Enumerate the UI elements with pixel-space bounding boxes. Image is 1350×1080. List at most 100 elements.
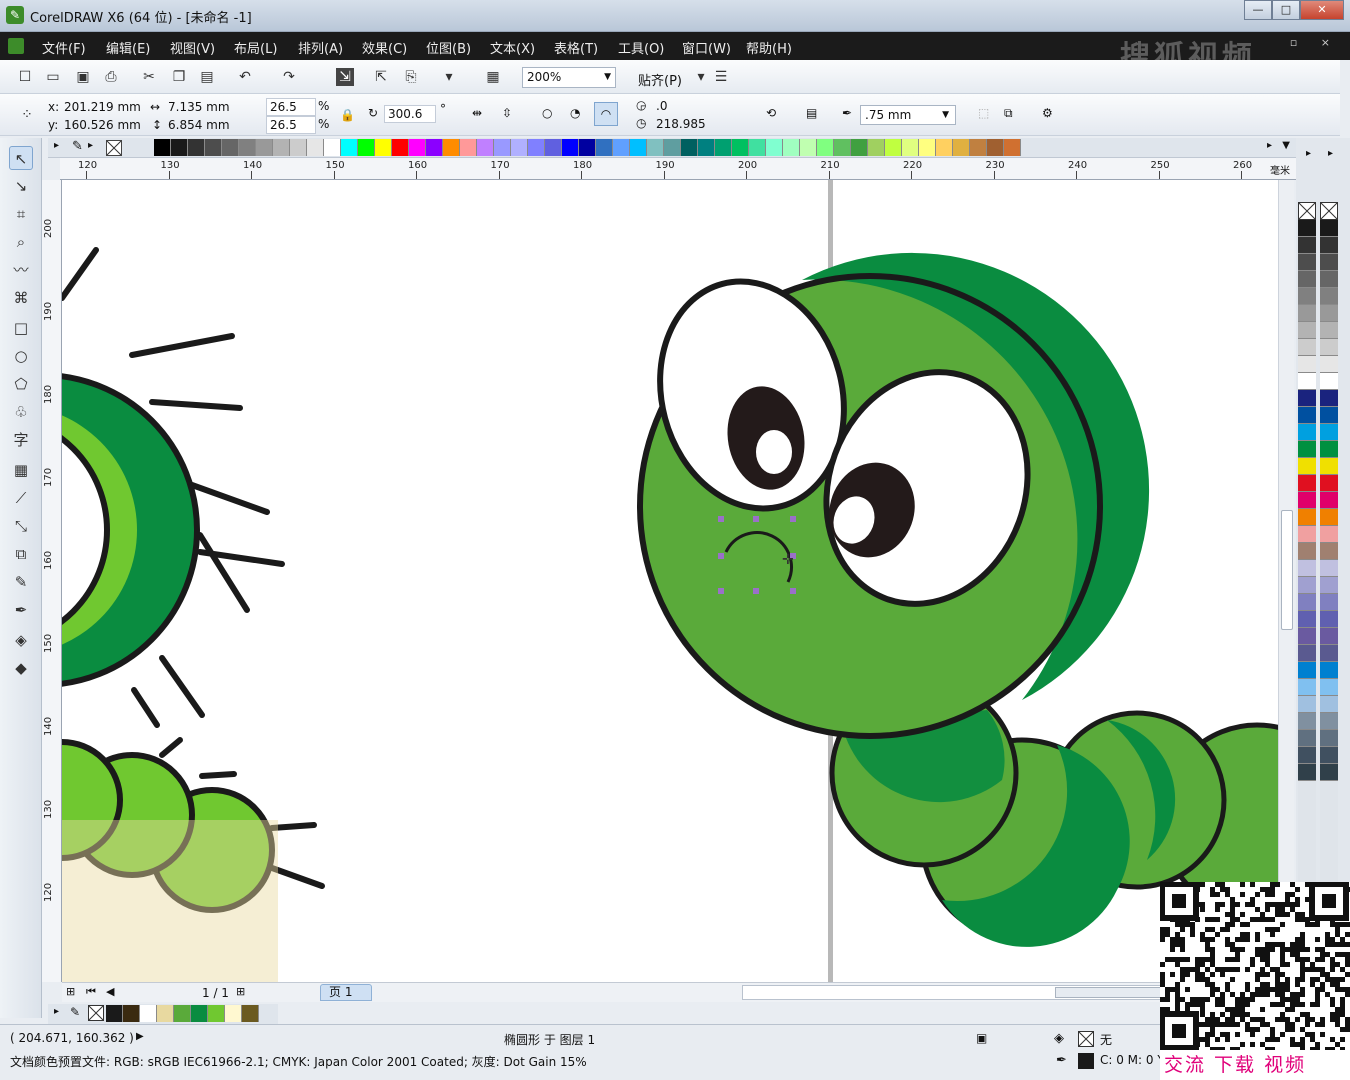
palette-swatch[interactable] <box>902 139 919 156</box>
palette-swatch[interactable] <box>1298 288 1316 305</box>
y-position-field[interactable]: 160.526 mm <box>64 118 141 132</box>
palette-swatch[interactable] <box>1298 747 1316 764</box>
palette-scroll-left-icon[interactable]: ▸ <box>54 140 59 151</box>
palette-swatch[interactable] <box>1320 628 1338 645</box>
doc-swatch[interactable] <box>208 1005 225 1022</box>
scale-x-field[interactable]: 26.5 <box>266 98 316 116</box>
palette-swatch[interactable] <box>1298 645 1316 662</box>
new-document-icon[interactable]: ☐ <box>16 68 34 86</box>
palette-swatch[interactable] <box>1298 254 1316 271</box>
palette-swatch[interactable] <box>1320 339 1338 356</box>
palette-swatch[interactable] <box>1298 526 1316 543</box>
palette-swatch[interactable] <box>494 139 511 156</box>
height-field[interactable]: 6.854 mm <box>168 118 230 132</box>
palette-swatch[interactable] <box>409 139 426 156</box>
menu-window[interactable]: 窗口(W) <box>682 38 746 57</box>
palette-swatch[interactable] <box>664 139 681 156</box>
palette-swatch[interactable] <box>1320 764 1338 781</box>
options-icon[interactable]: ☰ <box>712 68 730 86</box>
palette-swatch[interactable] <box>1320 441 1338 458</box>
no-color-swatch[interactable] <box>106 140 122 156</box>
menu-effects[interactable]: 效果(C) <box>362 38 426 57</box>
palette-swatch[interactable] <box>953 139 970 156</box>
save-icon[interactable]: ▣ <box>74 68 92 86</box>
add-page-after-icon[interactable]: ⊞ <box>236 985 245 998</box>
palette-swatch[interactable] <box>681 139 698 156</box>
palette-swatch[interactable] <box>1298 458 1316 475</box>
palette-swatch[interactable] <box>1320 679 1338 696</box>
mirror-horizontal-icon[interactable]: ⇹ <box>472 106 482 120</box>
palette-swatch[interactable] <box>1298 679 1316 696</box>
palette-swatch[interactable] <box>868 139 885 156</box>
palette-swatch[interactable] <box>1298 441 1316 458</box>
palette-swatch[interactable] <box>511 139 528 156</box>
menu-help[interactable]: 帮助(H) <box>746 38 810 57</box>
paste-icon[interactable]: ▤ <box>198 68 216 86</box>
scale-y-field[interactable]: 26.5 <box>266 116 316 134</box>
palette-no-color-swatch[interactable] <box>1320 202 1338 220</box>
palette-swatch[interactable] <box>1320 560 1338 577</box>
palette-swatch[interactable] <box>324 139 341 156</box>
palette-swatch[interactable] <box>1320 713 1338 730</box>
palette-swatch[interactable] <box>919 139 936 156</box>
chevron-down-icon[interactable]: ▾ <box>692 68 710 86</box>
crop-tool-icon[interactable]: ⌗ <box>9 202 33 226</box>
palette-swatch[interactable] <box>596 139 613 156</box>
palette-swatch[interactable] <box>375 139 392 156</box>
direction-toggle-icon[interactable]: ⟲ <box>766 106 776 120</box>
palette-swatch[interactable] <box>732 139 749 156</box>
palette-swatch[interactable] <box>1298 322 1316 339</box>
palette-swatch[interactable] <box>1320 237 1338 254</box>
palette-swatch[interactable] <box>766 139 783 156</box>
ellipse-tool-icon[interactable]: ○ <box>9 344 33 368</box>
docker-arrow-icon[interactable]: ▸ <box>1328 148 1333 159</box>
palette-swatch[interactable] <box>1320 305 1338 322</box>
palette-swatch[interactable] <box>1298 339 1316 356</box>
interactive-fill-tool-icon[interactable]: ◆ <box>9 656 33 680</box>
prev-page-icon[interactable]: ◀ <box>106 985 114 998</box>
palette-expand-icon[interactable]: ▼ <box>1282 140 1290 151</box>
palette-swatch[interactable] <box>851 139 868 156</box>
object-origin-icon[interactable]: ⁘ <box>18 106 36 124</box>
menu-tools[interactable]: 工具(O) <box>618 38 682 57</box>
outline-width-select[interactable]: .75 mm ▼ <box>860 105 956 125</box>
pick-tool-icon[interactable]: ↖ <box>9 146 33 170</box>
palette-swatch[interactable] <box>613 139 630 156</box>
palette-swatch[interactable] <box>1320 390 1338 407</box>
quick-customize-icon[interactable]: ⚙ <box>1042 106 1053 120</box>
eyedropper-icon[interactable]: ✎ <box>72 139 83 154</box>
palette-swatch[interactable] <box>1298 356 1316 373</box>
palette-swatch[interactable] <box>426 139 443 156</box>
palette-swatch[interactable] <box>545 139 562 156</box>
palette-swatch[interactable] <box>1298 271 1316 288</box>
palette-swatch[interactable] <box>1298 390 1316 407</box>
palette-swatch[interactable] <box>290 139 307 156</box>
add-page-icon[interactable]: ⊞ <box>66 985 75 998</box>
palette-swatch[interactable] <box>1320 662 1338 679</box>
scroll-right-icon[interactable]: ▸ <box>1306 148 1311 159</box>
palette-swatch[interactable] <box>1298 475 1316 492</box>
palette-swatch[interactable] <box>341 139 358 156</box>
palette-scroll-right-icon[interactable]: ▸ <box>1267 140 1272 151</box>
menu-text[interactable]: 文本(X) <box>490 38 554 57</box>
palette-swatch[interactable] <box>1298 594 1316 611</box>
dimension-tool-icon[interactable]: ⟋ <box>9 486 33 510</box>
wrap-text-icon[interactable]: ▤ <box>806 106 817 120</box>
freehand-tool-icon[interactable]: 〰 <box>9 258 33 282</box>
palette-swatch[interactable] <box>1298 764 1316 781</box>
palette-swatch[interactable] <box>1298 543 1316 560</box>
menu-file[interactable]: 文件(F) <box>42 38 106 57</box>
palette-swatch[interactable] <box>1320 526 1338 543</box>
palette-swatch[interactable] <box>885 139 902 156</box>
doc-swatch[interactable] <box>123 1005 140 1022</box>
palette-swatch[interactable] <box>783 139 800 156</box>
to-front-icon[interactable]: ⧉ <box>1004 106 1013 121</box>
snap-to-dropdown[interactable]: 贴齐(P) <box>638 70 682 89</box>
palette-swatch[interactable] <box>715 139 732 156</box>
palette-swatch[interactable] <box>1320 492 1338 509</box>
palette-swatch[interactable] <box>1320 730 1338 747</box>
palette-swatch[interactable] <box>936 139 953 156</box>
shape-tool-icon[interactable]: ↘ <box>9 174 33 198</box>
copy-icon[interactable]: ❐ <box>170 68 188 86</box>
minimize-button[interactable]: — <box>1244 0 1272 20</box>
